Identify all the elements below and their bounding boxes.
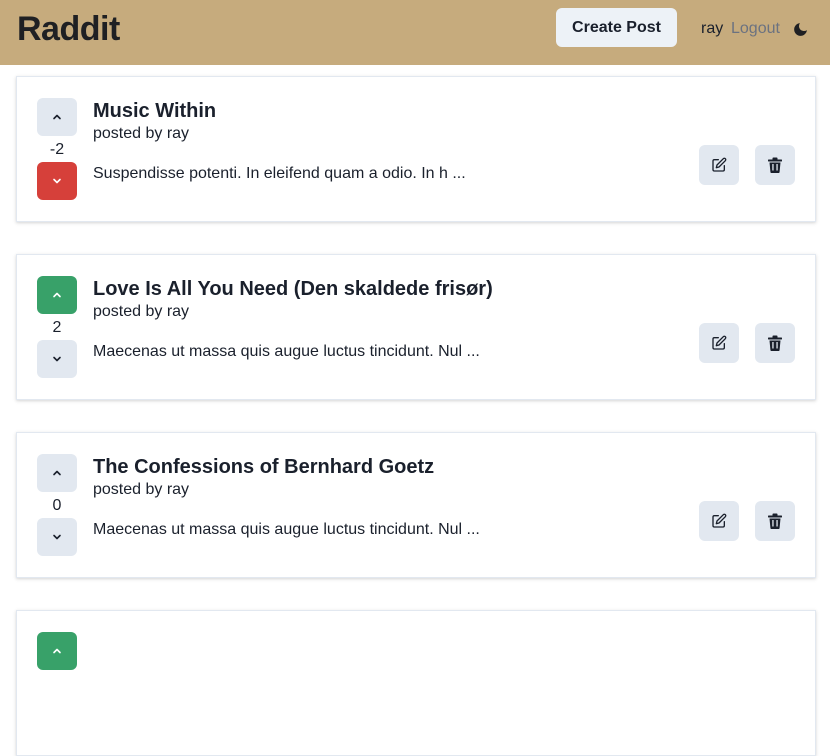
post-title[interactable]: The Confessions of Bernhard Goetz [93,455,434,479]
logout-link[interactable]: Logout [731,19,780,38]
post-title[interactable]: Love Is All You Need (Den skaldede frisø… [93,277,493,301]
upvote-button[interactable] [37,632,77,670]
upvote-button[interactable] [37,276,77,314]
delete-post-button[interactable] [755,323,795,363]
delete-post-button[interactable] [755,501,795,541]
post-author: posted by ray [93,303,190,320]
post-card [16,610,816,756]
post-author: posted by ray [93,125,190,142]
navbar: Raddit Create Post ray Logout [0,0,830,65]
chevron-down-icon [53,534,61,540]
trash-icon [768,157,782,173]
post-excerpt: Suspendisse potenti. In eleifend quam a … [93,165,466,182]
edit-post-button[interactable] [699,323,739,363]
post-title[interactable]: Music Within [93,99,216,123]
edit-icon [712,157,727,172]
downvote-button[interactable] [37,162,77,200]
upvote-button[interactable] [37,98,77,136]
post-card: -2 Music Within posted by ray Suspendiss… [16,76,816,222]
edit-icon [712,335,727,350]
downvote-button[interactable] [37,340,77,378]
chevron-up-icon [53,470,61,476]
post-author: posted by ray [93,481,190,498]
edit-icon [712,513,727,528]
chevron-down-icon [53,178,61,184]
brand-logo[interactable]: Raddit [17,9,120,49]
chevron-down-icon [53,356,61,362]
upvote-button[interactable] [37,454,77,492]
post-excerpt: Maecenas ut massa quis augue luctus tinc… [93,521,480,538]
post-excerpt: Maecenas ut massa quis augue luctus tinc… [93,343,480,360]
vote-score: 2 [52,319,62,336]
chevron-up-icon [53,648,61,654]
delete-post-button[interactable] [755,145,795,185]
downvote-button[interactable] [37,518,77,556]
trash-icon [768,335,782,351]
post-card: 2 Love Is All You Need (Den skaldede fri… [16,254,816,400]
chevron-up-icon [53,292,61,298]
edit-post-button[interactable] [699,501,739,541]
vote-score: -2 [49,141,65,158]
moon-icon[interactable] [790,19,810,39]
current-username: ray [701,20,724,37]
edit-post-button[interactable] [699,145,739,185]
post-card: 0 The Confessions of Bernhard Goetz post… [16,432,816,578]
chevron-up-icon [53,114,61,120]
trash-icon [768,513,782,529]
create-post-button[interactable]: Create Post [556,8,677,47]
vote-score: 0 [52,497,62,514]
